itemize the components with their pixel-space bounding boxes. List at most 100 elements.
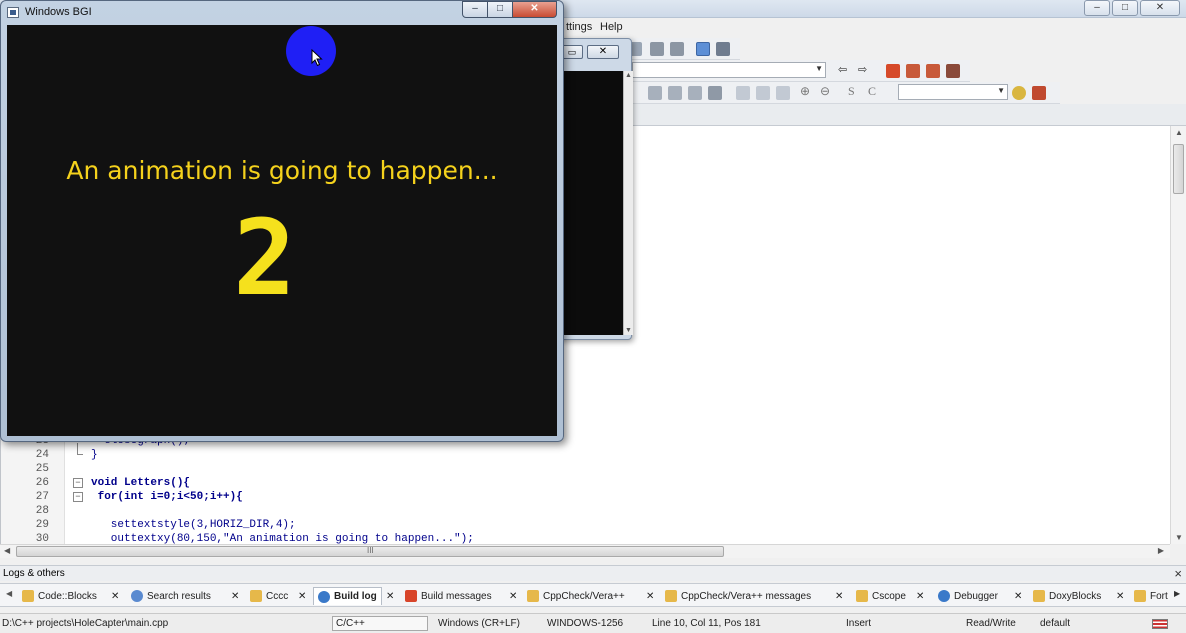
search-combo[interactable]: ▼	[898, 84, 1008, 100]
graphics-canvas[interactable]: An animation is going to happen... 2	[7, 25, 557, 436]
symbol-c-icon[interactable]: C	[868, 84, 882, 98]
code-line[interactable]: 27 − for(int i=0;i<50;i++){	[1, 491, 1101, 505]
zoom-in-icon[interactable]: ⊕	[800, 84, 814, 98]
status-cursor-position: Line 10, Col 11, Pos 181	[652, 618, 761, 629]
console-output: ▲ ▼	[563, 71, 633, 335]
toggle-comment-icon[interactable]	[688, 86, 702, 100]
flag-icon	[405, 590, 417, 602]
code-line[interactable]: 24 }	[1, 443, 1101, 463]
console-close-button[interactable]: ✕	[587, 45, 619, 59]
forward-arrow-icon[interactable]: ⇨	[858, 63, 872, 77]
logs-panel-header: Logs & others ×	[0, 565, 1186, 581]
close-icon[interactable]: ×	[1174, 566, 1182, 581]
console-restore-button[interactable]: ▭	[561, 45, 583, 59]
tab-close-icon[interactable]: ✕	[386, 587, 394, 605]
fold-toggle-icon[interactable]: −	[73, 492, 83, 502]
tab-build-log[interactable]: Build log	[313, 587, 382, 605]
tab-close-icon[interactable]: ✕	[298, 587, 306, 605]
bgi-titlebar[interactable]: Windows BGI – □ ✕	[1, 1, 563, 25]
status-encoding: WINDOWS-1256	[547, 618, 624, 629]
mouse-cursor-icon	[311, 49, 323, 67]
scroll-right-icon[interactable]: ▶	[1158, 546, 1164, 555]
tab-close-icon[interactable]: ✕	[916, 587, 924, 605]
status-file-path: D:\C++ projects\HoleCapter\main.cpp	[2, 618, 169, 629]
scroll-left-icon[interactable]: ◀	[4, 546, 10, 555]
status-bar: D:\C++ projects\HoleCapter\main.cpp C/C+…	[0, 613, 1186, 633]
ide-minimize-button[interactable]: –	[1084, 0, 1110, 16]
tab-cppcheck-messages[interactable]: CppCheck/Vera++ messages	[665, 587, 811, 605]
tab-close-icon[interactable]: ✕	[111, 587, 119, 605]
wrench-icon[interactable]	[1032, 86, 1046, 100]
menu-help[interactable]: Help	[600, 21, 623, 33]
tab-label: CppCheck/Vera++ messages	[681, 590, 812, 602]
scope-combo[interactable]: ▼	[632, 62, 826, 78]
search-icon[interactable]	[1012, 86, 1026, 100]
box-comment-icon[interactable]	[736, 86, 750, 100]
search-icon	[131, 590, 143, 602]
console-scrollbar[interactable]: ▲ ▼	[623, 71, 633, 335]
tab-close-icon[interactable]: ✕	[1014, 587, 1022, 605]
zoom-out-icon[interactable]: ⊖	[820, 84, 834, 98]
language-flag-icon[interactable]	[1152, 619, 1168, 629]
uncomment-icon[interactable]	[668, 86, 682, 100]
prev-bookmark-icon[interactable]	[906, 64, 920, 78]
scroll-thumb[interactable]	[1173, 144, 1184, 194]
tab-doxyblocks[interactable]: DoxyBlocks	[1033, 587, 1101, 605]
tab-code-blocks[interactable]: Code::Blocks	[22, 587, 97, 605]
back-arrow-icon[interactable]: ⇦	[838, 63, 852, 77]
tab-label: Build messages	[421, 590, 492, 602]
code-line[interactable]: 28	[1, 505, 1101, 519]
menu-settings[interactable]: ttings	[566, 21, 592, 33]
debug-windows-icon[interactable]	[696, 42, 710, 56]
tab-close-icon[interactable]: ✕	[1116, 587, 1124, 605]
next-bookmark-icon[interactable]	[926, 64, 940, 78]
pause-icon[interactable]	[650, 42, 664, 56]
scroll-up-icon[interactable]: ▲	[1175, 128, 1183, 137]
stream-comment-icon[interactable]	[708, 86, 722, 100]
tab-label: CppCheck/Vera++	[543, 590, 625, 602]
maximize-button[interactable]: □	[488, 1, 513, 18]
scroll-down-icon[interactable]: ▼	[625, 327, 632, 334]
logs-tabs-bar: ◀ Code::Blocks ✕ Search results ✕ Cccc ✕…	[0, 583, 1186, 607]
window-app-icon[interactable]	[7, 7, 19, 18]
tab-cccc[interactable]: Cccc	[250, 587, 288, 605]
tab-close-icon[interactable]: ✕	[509, 587, 517, 605]
code-line[interactable]: 25	[1, 463, 1101, 477]
comment-icon[interactable]	[648, 86, 662, 100]
tab-cppcheck[interactable]: CppCheck/Vera++	[527, 587, 625, 605]
stop-icon[interactable]	[670, 42, 684, 56]
various-info-icon[interactable]	[716, 42, 730, 56]
editor-vertical-scrollbar[interactable]: ▲ ▼	[1170, 126, 1186, 544]
code-line[interactable]: 29 settextstyle(3,HORIZ_DIR,4);	[1, 519, 1101, 533]
tab-close-icon[interactable]: ✕	[231, 587, 239, 605]
status-language: C/C++	[336, 618, 365, 629]
pencil-icon	[250, 590, 262, 602]
scroll-down-icon[interactable]: ▼	[1175, 533, 1183, 542]
fold-toggle-icon[interactable]: −	[73, 478, 83, 488]
highlight-icon[interactable]	[776, 86, 790, 100]
scroll-up-icon[interactable]: ▲	[625, 72, 632, 79]
minimize-button[interactable]: –	[462, 1, 488, 18]
tab-debugger[interactable]: Debugger	[938, 587, 998, 605]
ide-close-button[interactable]: ✕	[1140, 0, 1180, 16]
editor-horizontal-scrollbar[interactable]: ◀ III ▶	[0, 544, 1170, 558]
tabs-scroll-right-icon[interactable]: ▶	[1174, 589, 1180, 598]
ide-maximize-button[interactable]: □	[1112, 0, 1138, 16]
tab-build-messages[interactable]: Build messages	[405, 587, 492, 605]
scroll-thumb[interactable]: III	[16, 546, 724, 557]
symbol-s-icon[interactable]: S	[848, 84, 862, 98]
tab-close-icon[interactable]: ✕	[646, 587, 654, 605]
code-line[interactable]: 26 − void Letters(){	[1, 477, 1101, 491]
tab-fortran[interactable]: Fort	[1134, 587, 1168, 605]
select-block-icon[interactable]	[756, 86, 770, 100]
close-button[interactable]: ✕	[513, 1, 557, 18]
tabs-scroll-left-icon[interactable]: ◀	[6, 589, 12, 598]
pencil-icon	[22, 590, 34, 602]
tab-close-icon[interactable]: ✕	[835, 587, 843, 605]
tab-cscope[interactable]: Cscope	[856, 587, 906, 605]
bookmark-flag-icon[interactable]	[886, 64, 900, 78]
tab-search-results[interactable]: Search results	[131, 587, 211, 605]
pencil-icon	[527, 590, 539, 602]
code-text: settextstyle(3,HORIZ_DIR,4);	[91, 519, 296, 531]
clear-bookmarks-icon[interactable]	[946, 64, 960, 78]
